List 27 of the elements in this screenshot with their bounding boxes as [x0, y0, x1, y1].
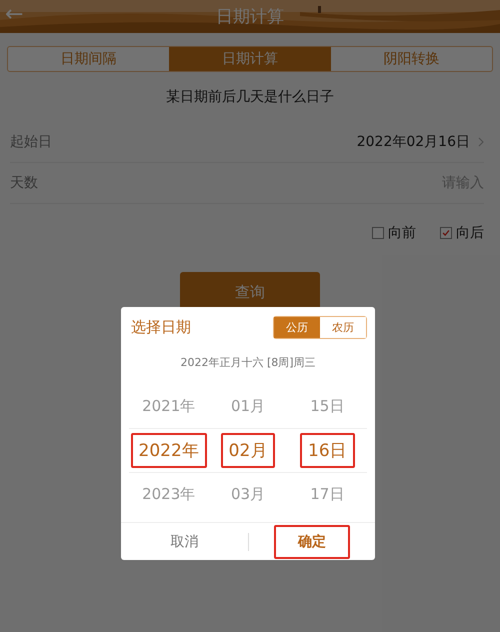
confirm-button[interactable]: 确定	[274, 524, 350, 558]
dialog-title: 选择日期	[131, 318, 191, 337]
tab[interactable]: 日期间隔	[8, 47, 170, 71]
section-heading: 某日期前后几天是什么日子	[165, 88, 335, 107]
tab[interactable]: 阴阳转换	[330, 47, 492, 71]
wheel-option[interactable]: 01月	[222, 390, 274, 422]
lunar-date: 2022年正月十六 [8周]周三	[179, 355, 317, 370]
field-label: 起始日	[10, 133, 52, 151]
wheel-option[interactable]: 2023年	[134, 478, 204, 510]
chevron-icon	[478, 137, 484, 147]
wheel-option[interactable]: 02月	[220, 432, 276, 468]
page-title: 日期计算	[216, 6, 284, 28]
date-value[interactable]: 2022年02月16日	[356, 133, 470, 151]
back-button[interactable]: ←	[5, 2, 24, 28]
field-label: 天数	[10, 174, 38, 192]
wheel-option[interactable]: 16日	[300, 432, 355, 468]
wheel-option[interactable]: 2021年	[134, 390, 204, 422]
calendar-option[interactable]: 公历	[274, 317, 320, 338]
wheel-option[interactable]: 2022年	[130, 432, 207, 468]
wheel-option[interactable]: 17日	[302, 478, 352, 510]
checkbox-label: 向前	[388, 224, 416, 242]
checkbox[interactable]	[440, 227, 452, 239]
tab[interactable]: 日期计算	[169, 47, 331, 71]
wheel-option[interactable]: 15日	[302, 390, 352, 422]
wheel-option[interactable]: 03月	[222, 478, 274, 510]
checkbox-label: 向后	[456, 224, 484, 242]
checkbox[interactable]	[372, 227, 384, 239]
